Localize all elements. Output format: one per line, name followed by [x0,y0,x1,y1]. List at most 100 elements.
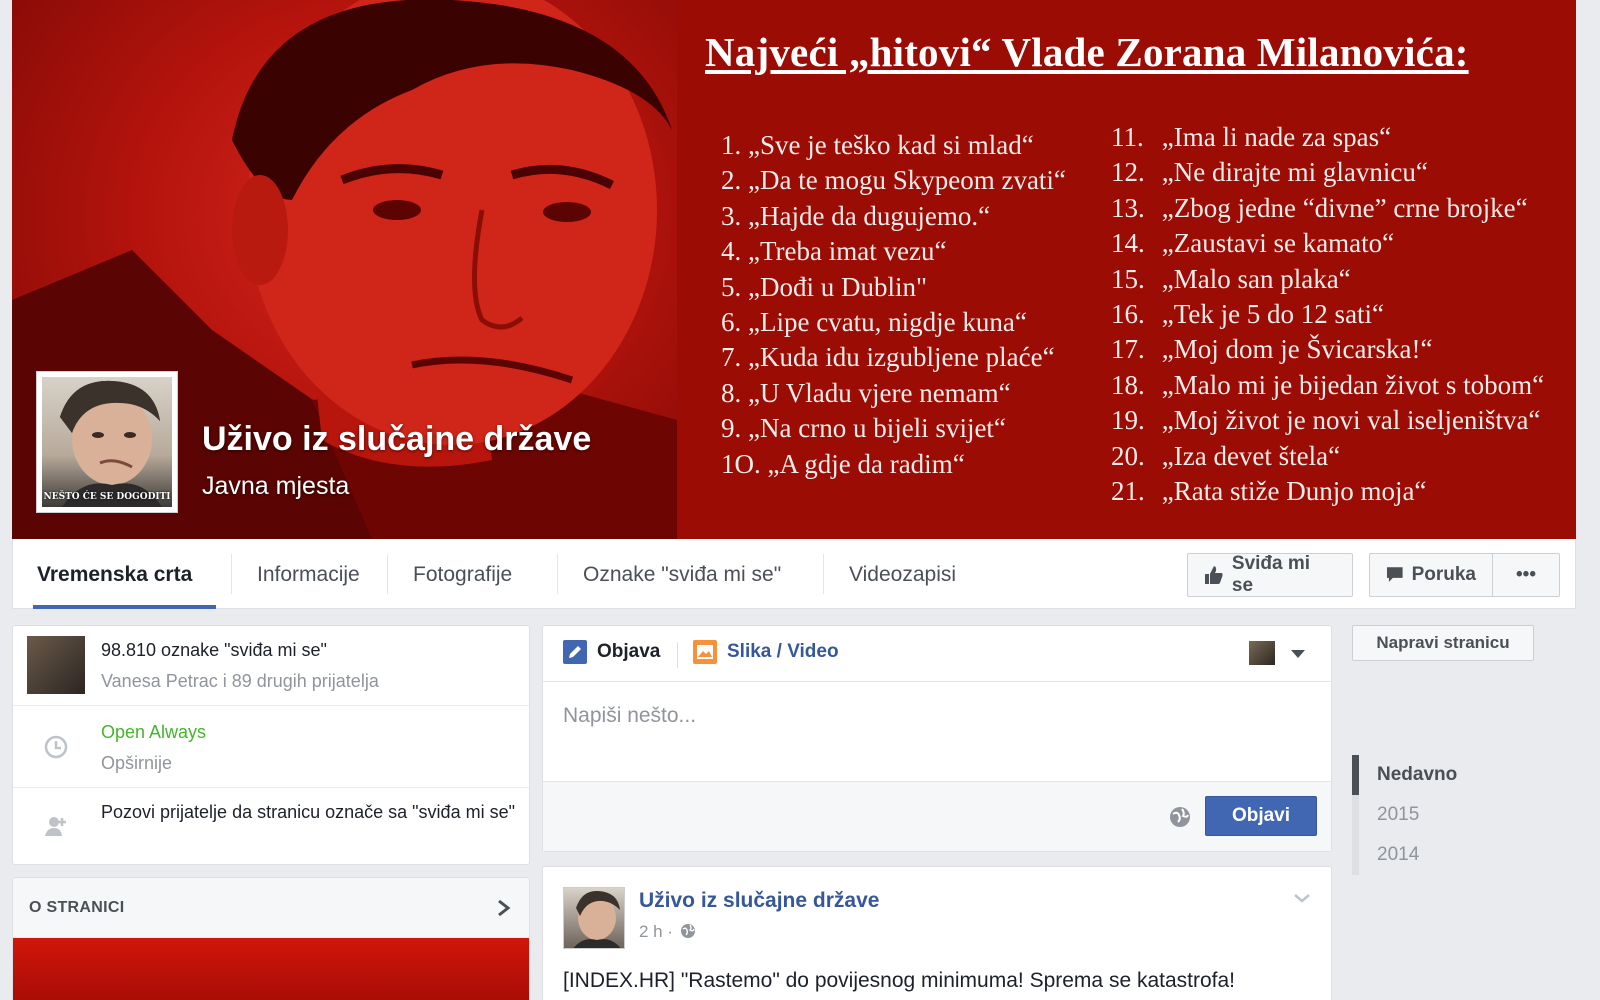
post-author-name[interactable]: Uživo iz slučajne države [639,889,879,913]
hit-item: 3. „Hajde da dugujemo.“ [721,199,1066,234]
composer-input[interactable]: Napiši nešto... [563,704,696,728]
hit-number: 19. [1111,405,1145,436]
hit-item: 14. „Zaustavi se kamato“ [1111,226,1544,261]
timeline-year-nav: Nedavno 2015 2014 [1352,755,1457,875]
page-title[interactable]: Uživo iz slučajne države [202,420,591,459]
likes-row[interactable]: 98.810 oznake "sviđa mi se" Vanesa Petra… [13,626,529,706]
create-page-button[interactable]: Napravi stranicu [1352,625,1534,661]
hit-title: „Moj život je novi val iseljeništva“ [1161,405,1541,436]
hit-item: 5. „Dođi u Dublin" [721,270,1066,305]
message-icon [1386,567,1403,582]
hit-title: „Lipe cvatu, nigdje kuna“ [748,307,1027,338]
hit-title: „Ne dirajte mi glavnicu“ [1161,157,1428,188]
feed-post: Uživo iz slučajne države 2 h · [INDEX.HR… [542,866,1332,1000]
hit-number: 4. [721,236,742,267]
more-icon: ••• [1516,564,1536,585]
clock-icon [44,735,68,759]
globe-icon[interactable] [1169,806,1191,828]
hit-number: 9. [721,413,742,444]
hours-more-link[interactable]: Opširnije [101,749,172,777]
hit-item: 12. „Ne dirajte mi glavnicu“ [1111,155,1544,190]
message-button-label: Poruka [1411,564,1476,585]
publish-button[interactable]: Objavi [1205,796,1317,836]
hit-item: 15. „Malo san plaka“ [1111,262,1544,297]
hit-item: 19. „Moj život je novi val iseljeništva“ [1111,403,1544,438]
tab-divider [231,554,232,594]
hit-title: „Ima li nade za spas“ [1161,122,1392,152]
hit-title: „A gdje da radim“ [767,448,965,479]
chevron-right-icon[interactable] [497,899,511,917]
tab-divider [823,554,824,594]
post-timestamp[interactable]: 2 h · [639,922,696,942]
composer-tab-post-label: Objava [597,641,661,662]
invite-row[interactable]: Pozovi prijatelje da stranicu označe sa … [13,788,529,866]
hit-title: „Dođi u Dublin" [748,271,928,302]
timeline-2015[interactable]: 2015 [1352,795,1457,835]
hit-title: „Zbog jedne “divne” crne brojke“ [1161,192,1528,223]
composer-tabs: Objava Slika / Video [543,626,1331,682]
hit-title: „U Vladu vjere nemam“ [748,377,1011,408]
post-options-chevron-icon[interactable] [1293,893,1311,903]
hit-title: „Rata stiže Dunjo moja“ [1161,476,1427,507]
tab-photos[interactable]: Fotografije [389,539,536,609]
post-author-avatar[interactable] [563,887,625,949]
timeline-recent[interactable]: Nedavno [1352,755,1457,795]
hit-number: 17. [1111,334,1145,365]
hit-title: „Hajde da dugujemo.“ [748,200,991,231]
invite-friends-text: Pozovi prijatelje da stranicu označe sa … [101,802,515,822]
posting-as-avatar[interactable] [1249,641,1275,665]
hit-item: 11. „Ima li nade za spas“ [1111,120,1544,155]
hit-number: 18. [1111,369,1145,400]
hit-title: „Sve je teško kad si mlad“ [748,130,1034,160]
composer-tab-divider [677,642,678,668]
composer-tab-post[interactable]: Objava [563,640,660,664]
hit-number: 2. [721,165,742,196]
tab-divider [557,554,558,594]
friends-who-like[interactable]: Vanesa Petrac i 89 drugih prijatelja [101,667,379,695]
composer-footer: Objavi [543,781,1331,851]
profile-portrait [60,380,162,507]
hits-list-right: 11. „Ima li nade za spas“ 12. „Ne dirajte… [1111,120,1544,509]
hit-number: 16. [1111,299,1145,330]
hit-title: „Malo mi je bijedan život s tobom“ [1161,369,1545,400]
message-button[interactable]: Poruka [1369,553,1493,597]
hit-item: 20. „Iza devet štela“ [1111,439,1544,474]
more-options-button[interactable]: ••• [1492,553,1560,597]
chevron-down-icon[interactable] [1291,650,1305,658]
hit-item: 17. „Moj dom je Švicarska!“ [1111,332,1544,367]
hit-number: 1O. [721,448,761,479]
tab-about[interactable]: Informacije [233,539,384,609]
like-page-button[interactable]: Sviđa mi se [1187,553,1353,597]
tab-timeline[interactable]: Vremenska crta [13,539,217,609]
hit-item: 21. „Rata stiže Dunjo moja“ [1111,474,1544,509]
pencil-icon [563,640,587,664]
hit-item: 1O. „A gdje da radim“ [721,447,1066,482]
hit-title: „Zaustavi se kamato“ [1161,228,1395,259]
hit-item: 6. „Lipe cvatu, nigdje kuna“ [721,305,1066,340]
about-image [13,938,529,1000]
profile-picture[interactable]: NEŠTO ĆE SE DOGODITI [36,371,178,513]
hit-number: 5. [721,271,742,302]
hit-title: „Iza devet štela“ [1161,440,1341,471]
hit-number: 1. [721,130,742,160]
hit-title: „Kuda idu izgubljene plaće“ [748,342,1055,373]
tab-videos[interactable]: Videozapisi [825,539,980,609]
tab-likes[interactable]: Oznake "sviđa mi se" [559,539,805,609]
hit-item: 13. „Zbog jedne “divne” crne brojke“ [1111,191,1544,226]
hit-title: „Malo san plaka“ [1161,263,1351,294]
hit-title: „Na crno u bijeli svijet“ [748,413,1006,444]
cover-text-panel: Najveći „hitovi“ Vlade Zorana Milanovića… [677,0,1576,539]
about-header: O STRANICI [13,878,529,938]
timeline-2014[interactable]: 2014 [1352,835,1457,875]
composer-tab-photo-label: Slika / Video [727,641,839,662]
about-section[interactable]: O STRANICI [12,877,530,1000]
hit-number: 13. [1111,192,1145,223]
page-category[interactable]: Javna mjesta [202,472,349,501]
hit-item: 16. „Tek je 5 do 12 sati“ [1111,297,1544,332]
page-nav-bar: Vremenska crta Informacije Fotografije O… [12,539,1576,609]
composer-tab-photo[interactable]: Slika / Video [693,640,839,664]
hit-item: 9. „Na crno u bijeli svijet“ [721,411,1066,446]
hit-title: „Tek je 5 do 12 sati“ [1161,299,1385,330]
hit-number: 14. [1111,228,1145,259]
cover-headline: Najveći „hitovi“ Vlade Zorana Milanovića… [705,29,1469,75]
